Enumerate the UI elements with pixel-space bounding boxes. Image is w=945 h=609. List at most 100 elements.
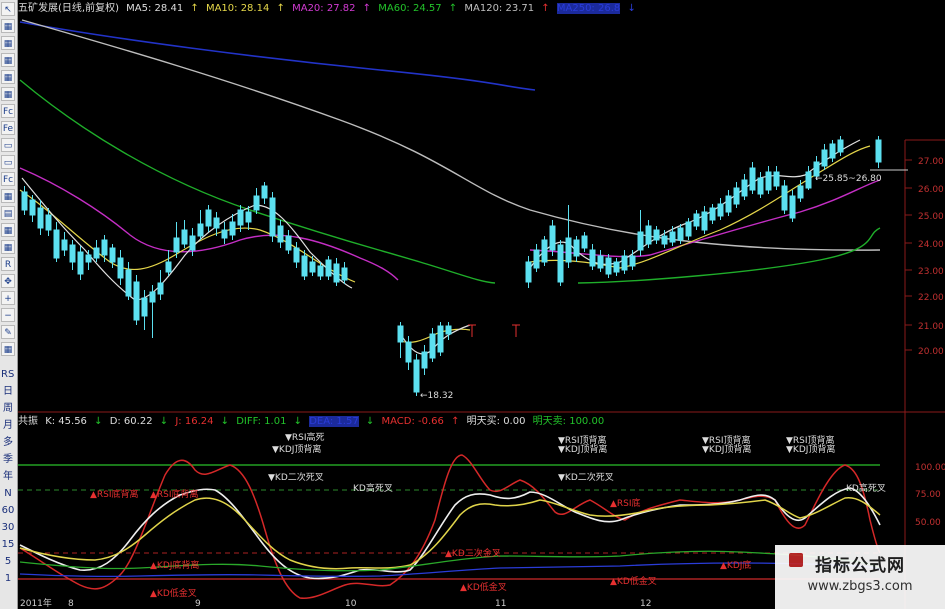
candle-body bbox=[741, 179, 748, 197]
candle-body bbox=[837, 139, 844, 153]
signal-label: ▼KD二次死叉 bbox=[558, 471, 614, 483]
price-axis: 27.00 26.00 25.00 24.00 23.00 22.00 21.0… bbox=[905, 157, 944, 357]
candle-body bbox=[93, 247, 100, 259]
candle-body bbox=[437, 325, 444, 353]
candle-body bbox=[45, 214, 52, 231]
candle-body bbox=[125, 269, 132, 297]
candle-body bbox=[557, 244, 564, 283]
candle-body bbox=[197, 223, 204, 237]
signal-label: ▼KDJ顶背离 bbox=[702, 443, 751, 455]
signal-label: ▲KD低金叉 bbox=[150, 587, 197, 599]
signal-label: ▲KD低金叉 bbox=[460, 581, 507, 593]
candle-body bbox=[637, 231, 644, 251]
price-tick: 23.00 bbox=[918, 267, 944, 277]
candle-body bbox=[181, 229, 188, 245]
price-low-label: ←18.32 bbox=[420, 391, 453, 401]
candle-body bbox=[165, 261, 172, 273]
candle-body bbox=[285, 235, 292, 251]
candle-body bbox=[733, 187, 740, 205]
candle-body bbox=[301, 255, 308, 277]
date-tick: 10 bbox=[345, 599, 357, 609]
watermark-title: 指标公式网 bbox=[815, 556, 905, 576]
candle-body bbox=[565, 237, 572, 263]
j-line bbox=[19, 454, 881, 599]
candle-body bbox=[669, 231, 676, 243]
candle-body bbox=[397, 325, 404, 343]
candle-body bbox=[141, 297, 148, 317]
candle-body bbox=[29, 199, 36, 216]
signal-label: ▲KD低金叉 bbox=[610, 575, 657, 587]
price-tick: 22.00 bbox=[918, 293, 944, 303]
candle-body bbox=[101, 239, 108, 256]
candle-body bbox=[525, 261, 532, 283]
stock-chart-window: ↖▦▦▦▦▦FcFe▭▭Fc▦▤▦▦R✥+−✎▦RSI日周月多季年N603015… bbox=[0, 0, 945, 609]
candle-body bbox=[757, 177, 764, 195]
signal-label: ▲KDJ底背离 bbox=[150, 559, 199, 571]
candle-body bbox=[133, 281, 140, 321]
candle-body bbox=[229, 221, 236, 236]
signal-label: ▼RSI高死 bbox=[285, 431, 325, 443]
candle-body bbox=[277, 225, 284, 243]
ma250-line bbox=[19, 21, 536, 91]
candle-body bbox=[597, 255, 604, 269]
candle-body bbox=[875, 139, 882, 163]
candle-body bbox=[325, 259, 332, 277]
candle-body bbox=[269, 197, 276, 237]
candle-body bbox=[797, 185, 804, 199]
price-tick: 25.00 bbox=[918, 212, 944, 222]
candle-body bbox=[773, 171, 780, 187]
date-axis: 2011年 8 9 10 11 12 bbox=[20, 597, 651, 609]
candle-body bbox=[629, 255, 636, 267]
signal-label: ▼KDJ顶背离 bbox=[272, 443, 321, 455]
candle-body bbox=[253, 195, 260, 211]
indicator-annotations: ▼RSI高死 ▼KDJ顶背离 ▼KD二次死叉 KD高死叉 ▼RSI顶背离 ▼KD… bbox=[90, 431, 886, 599]
candle-body bbox=[309, 261, 316, 273]
candle-body bbox=[821, 149, 828, 167]
candle-body bbox=[701, 211, 708, 231]
candle-body bbox=[573, 239, 580, 257]
candle-body bbox=[85, 254, 92, 263]
candle-body bbox=[805, 171, 812, 189]
price-tick: 21.00 bbox=[918, 322, 944, 332]
candle-body bbox=[581, 235, 588, 249]
signal-label: ▲RSI底 bbox=[610, 497, 641, 509]
candle-body bbox=[789, 195, 796, 219]
candle-body bbox=[333, 263, 340, 283]
site-watermark: 指标公式网 www.zbgs3.com bbox=[775, 545, 945, 609]
candle-body bbox=[717, 203, 724, 217]
signal-label: KD高死叉 bbox=[353, 482, 393, 494]
ma120-line bbox=[21, 19, 881, 251]
candle-body bbox=[37, 207, 44, 229]
signal-label: ▲RSI底背离 bbox=[150, 488, 199, 500]
candle-body bbox=[765, 171, 772, 191]
candle-body bbox=[213, 217, 220, 229]
date-tick: 11 bbox=[495, 599, 506, 609]
date-tick: 8 bbox=[68, 599, 74, 609]
candle-body bbox=[261, 185, 268, 199]
candle-body bbox=[117, 257, 124, 279]
watermark-url: www.zbgs3.com bbox=[807, 579, 913, 594]
candle-body bbox=[621, 255, 628, 271]
candle-body bbox=[53, 229, 60, 259]
price-range-label: ←25.85~26.80 bbox=[815, 174, 882, 184]
candle-body bbox=[149, 291, 156, 303]
signal-label: ▼KDJ顶背离 bbox=[786, 443, 835, 455]
ind-tick: 50.00 bbox=[915, 518, 941, 528]
candle-body bbox=[221, 229, 228, 239]
date-tick: 12 bbox=[640, 599, 651, 609]
ind-tick: 75.00 bbox=[915, 490, 941, 500]
candle-body bbox=[341, 267, 348, 281]
candle-body bbox=[109, 247, 116, 263]
candle-body bbox=[61, 239, 68, 251]
candle-body bbox=[725, 195, 732, 213]
candle-body bbox=[613, 261, 620, 273]
candle-body bbox=[189, 235, 196, 251]
candle-body bbox=[173, 237, 180, 253]
price-tick: 27.00 bbox=[918, 157, 944, 167]
candle-body bbox=[413, 359, 420, 393]
chart-canvas[interactable]: 27.00 26.00 25.00 24.00 23.00 22.00 21.0… bbox=[0, 0, 945, 609]
candle-body bbox=[605, 257, 612, 275]
price-tick: 26.00 bbox=[918, 185, 944, 195]
candle-body bbox=[829, 143, 836, 159]
candle-body bbox=[445, 325, 452, 335]
